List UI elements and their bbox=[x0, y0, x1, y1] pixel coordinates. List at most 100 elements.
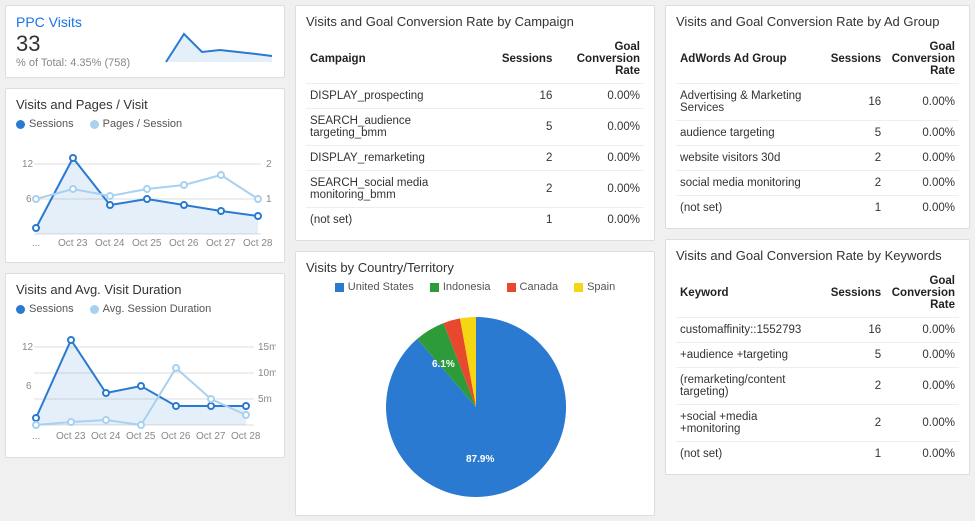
country-pie-chart: 87.9% 6.1% bbox=[306, 297, 646, 507]
card-title: Visits and Goal Conversion Rate by Campa… bbox=[306, 14, 644, 29]
table-row[interactable]: social media monitoring20.00% bbox=[676, 171, 959, 196]
country-chart-card[interactable]: Visits by Country/Territory United State… bbox=[295, 251, 655, 516]
svg-text:12: 12 bbox=[22, 342, 34, 353]
svg-text:2: 2 bbox=[266, 159, 272, 170]
col-header[interactable]: Goal Conversion Rate bbox=[885, 35, 959, 84]
adgroup-table: AdWords Ad Group Sessions Goal Conversio… bbox=[676, 35, 959, 220]
table-row[interactable]: DISPLAY_prospecting160.00% bbox=[306, 84, 644, 109]
svg-text:...: ... bbox=[32, 431, 40, 442]
col-header[interactable]: AdWords Ad Group bbox=[676, 35, 824, 84]
col-header[interactable]: Keyword bbox=[676, 269, 824, 318]
cell-sessions: 1 bbox=[492, 208, 556, 233]
svg-text:12: 12 bbox=[22, 159, 34, 170]
card-title: Visits and Avg. Visit Duration bbox=[16, 282, 274, 297]
table-row[interactable]: SEARCH_audience targeting_bmm50.00% bbox=[306, 109, 644, 146]
legend-label: Spain bbox=[587, 281, 615, 293]
cell-rate: 0.00% bbox=[556, 171, 644, 208]
legend-dot-pages bbox=[90, 120, 99, 129]
col-header[interactable]: Campaign bbox=[306, 35, 492, 84]
cell-name: +social +media +monitoring bbox=[676, 405, 824, 442]
col-header[interactable]: Goal Conversion Rate bbox=[556, 35, 644, 84]
cell-name: DISPLAY_remarketing bbox=[306, 146, 492, 171]
pie-slice-us bbox=[386, 317, 566, 497]
table-row[interactable]: (remarketing/content targeting)20.00% bbox=[676, 368, 959, 405]
cell-name: social media monitoring bbox=[676, 171, 824, 196]
card-title: Visits and Goal Conversion Rate by Keywo… bbox=[676, 248, 959, 263]
svg-text:Oct 24: Oct 24 bbox=[95, 238, 125, 249]
svg-text:Oct 27: Oct 27 bbox=[196, 431, 226, 442]
legend-label: Canada bbox=[520, 281, 559, 293]
col-header[interactable]: Goal Conversion Rate bbox=[885, 269, 959, 318]
legend-label: United States bbox=[348, 281, 414, 293]
visits-pages-card[interactable]: Visits and Pages / Visit Sessions Pages … bbox=[5, 88, 285, 263]
cell-sessions: 1 bbox=[824, 196, 886, 221]
svg-text:Oct 26: Oct 26 bbox=[169, 238, 199, 249]
cell-rate: 0.00% bbox=[885, 318, 959, 343]
svg-text:5m: 5m bbox=[258, 394, 272, 405]
cell-name: Advertising & Marketing Services bbox=[676, 84, 824, 121]
table-row[interactable]: Advertising & Marketing Services160.00% bbox=[676, 84, 959, 121]
ppc-sparkline-chart bbox=[164, 28, 274, 64]
legend-dot-sessions bbox=[16, 120, 25, 129]
campaign-table-card[interactable]: Visits and Goal Conversion Rate by Campa… bbox=[295, 5, 655, 241]
svg-text:15m: 15m bbox=[258, 342, 276, 353]
card-title: Visits and Goal Conversion Rate by Ad Gr… bbox=[676, 14, 959, 29]
cell-sessions: 2 bbox=[824, 171, 886, 196]
table-row[interactable]: SEARCH_social media monitoring_bmm20.00% bbox=[306, 171, 644, 208]
cell-name: (not set) bbox=[306, 208, 492, 233]
cell-sessions: 16 bbox=[492, 84, 556, 109]
cell-sessions: 5 bbox=[824, 121, 886, 146]
visits-pages-chart: 12 6 2 1 ... Oct 23 Oct 24 Oct 25 Oct 26… bbox=[16, 134, 276, 254]
svg-text:6: 6 bbox=[26, 381, 32, 392]
keywords-table-card[interactable]: Visits and Goal Conversion Rate by Keywo… bbox=[665, 239, 970, 475]
table-row[interactable]: (not set)10.00% bbox=[676, 196, 959, 221]
cell-sessions: 2 bbox=[824, 405, 886, 442]
cell-rate: 0.00% bbox=[556, 109, 644, 146]
svg-text:10m: 10m bbox=[258, 368, 276, 379]
cell-name: SEARCH_social media monitoring_bmm bbox=[306, 171, 492, 208]
cell-name: customaffinity::1552793 bbox=[676, 318, 824, 343]
table-row[interactable]: DISPLAY_remarketing20.00% bbox=[306, 146, 644, 171]
table-row[interactable]: customaffinity::1552793160.00% bbox=[676, 318, 959, 343]
table-row[interactable]: website visitors 30d20.00% bbox=[676, 146, 959, 171]
table-row[interactable]: +social +media +monitoring20.00% bbox=[676, 405, 959, 442]
svg-text:Oct 24: Oct 24 bbox=[91, 431, 121, 442]
legend: Sessions Pages / Session bbox=[16, 118, 274, 130]
svg-text:Oct 23: Oct 23 bbox=[58, 238, 88, 249]
svg-text:Oct 25: Oct 25 bbox=[132, 238, 162, 249]
keywords-table: Keyword Sessions Goal Conversion Rate cu… bbox=[676, 269, 959, 466]
adgroup-table-card[interactable]: Visits and Goal Conversion Rate by Ad Gr… bbox=[665, 5, 970, 229]
svg-text:6: 6 bbox=[26, 194, 32, 205]
cell-name: SEARCH_audience targeting_bmm bbox=[306, 109, 492, 146]
cell-sessions: 16 bbox=[824, 318, 886, 343]
cell-rate: 0.00% bbox=[556, 84, 644, 109]
visits-duration-card[interactable]: Visits and Avg. Visit Duration Sessions … bbox=[5, 273, 285, 458]
legend: Sessions Avg. Session Duration bbox=[16, 303, 274, 315]
col-header[interactable]: Sessions bbox=[824, 35, 886, 84]
pie-label-id: 6.1% bbox=[432, 359, 455, 370]
cell-name: DISPLAY_prospecting bbox=[306, 84, 492, 109]
cell-sessions: 2 bbox=[492, 146, 556, 171]
col-header[interactable]: Sessions bbox=[824, 269, 886, 318]
cell-rate: 0.00% bbox=[885, 368, 959, 405]
ppc-visits-card[interactable]: PPC Visits 33 % of Total: 4.35% (758) bbox=[5, 5, 285, 78]
cell-name: (not set) bbox=[676, 442, 824, 467]
table-row[interactable]: (not set)10.00% bbox=[306, 208, 644, 233]
cell-name: (not set) bbox=[676, 196, 824, 221]
col-header[interactable]: Sessions bbox=[492, 35, 556, 84]
table-row[interactable]: +audience +targeting50.00% bbox=[676, 343, 959, 368]
legend-dot-duration bbox=[90, 305, 99, 314]
table-row[interactable]: audience targeting50.00% bbox=[676, 121, 959, 146]
card-title: Visits and Pages / Visit bbox=[16, 97, 274, 112]
pie-legend: United States Indonesia Canada Spain bbox=[306, 281, 644, 293]
cell-name: +audience +targeting bbox=[676, 343, 824, 368]
table-row[interactable]: (not set)10.00% bbox=[676, 442, 959, 467]
cell-rate: 0.00% bbox=[885, 442, 959, 467]
legend-sq-us bbox=[335, 283, 344, 292]
svg-text:Oct 28: Oct 28 bbox=[243, 238, 273, 249]
pie-label-us: 87.9% bbox=[466, 454, 494, 465]
cell-rate: 0.00% bbox=[885, 121, 959, 146]
cell-rate: 0.00% bbox=[885, 196, 959, 221]
svg-text:Oct 26: Oct 26 bbox=[161, 431, 191, 442]
legend-label: Sessions bbox=[29, 118, 74, 130]
